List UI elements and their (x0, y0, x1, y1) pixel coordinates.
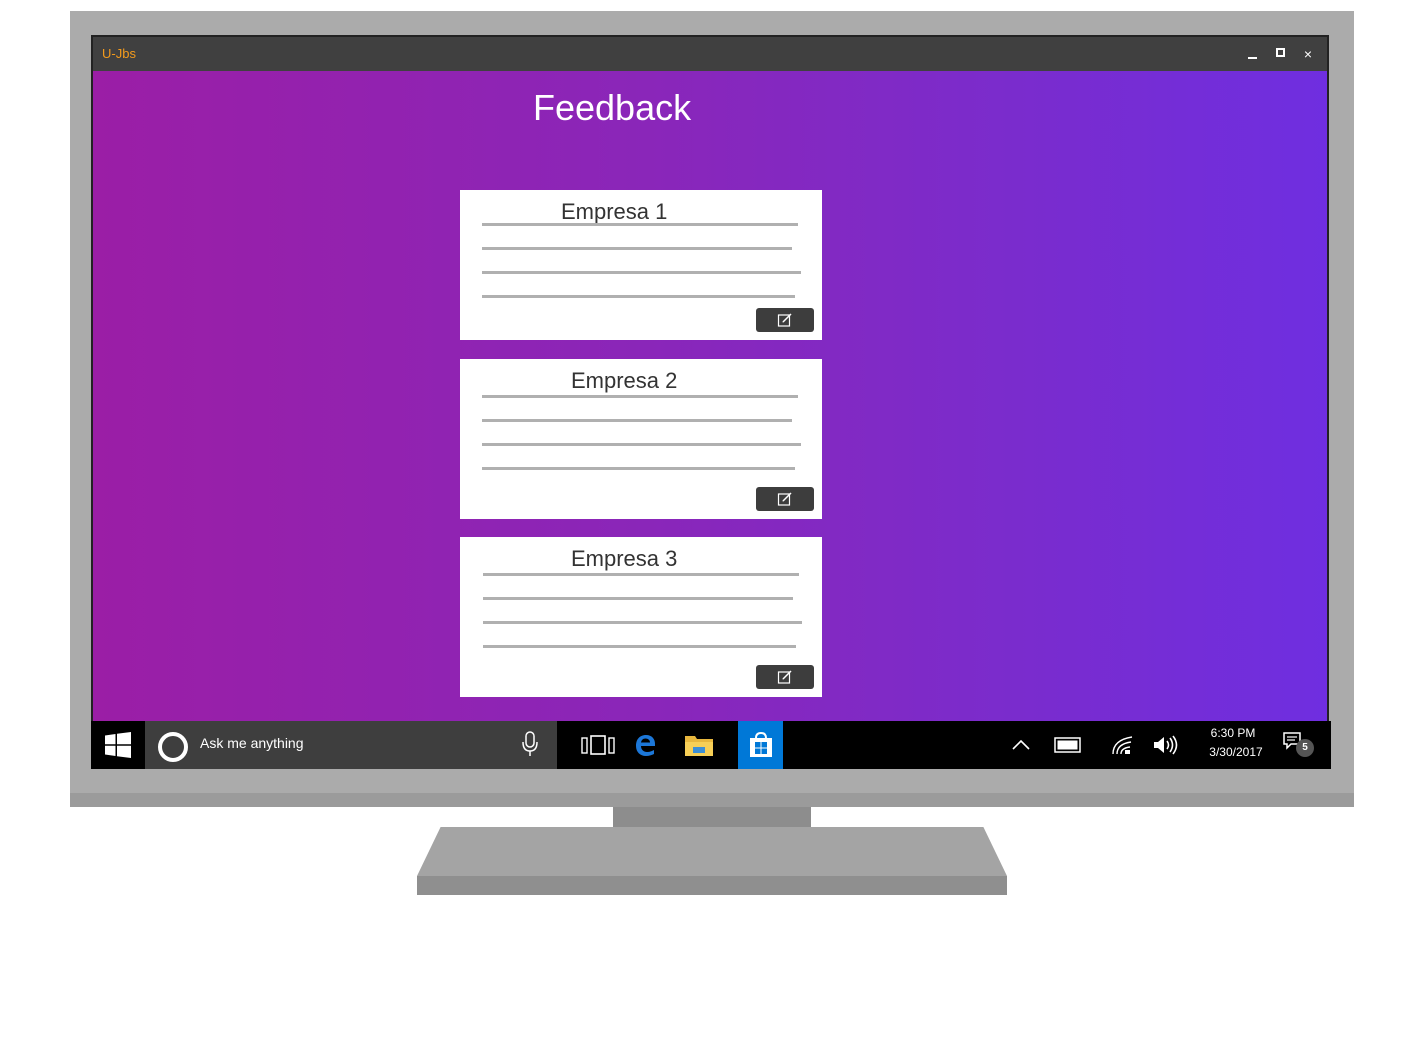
monitor-stand-base-front (417, 876, 1007, 895)
edit-button[interactable] (756, 665, 814, 689)
clock-date[interactable]: 3/30/2017 (1197, 745, 1275, 759)
wifi-icon (1112, 736, 1133, 755)
cortana-icon[interactable] (158, 732, 188, 762)
card-title: Empresa 1 (561, 199, 668, 224)
feedback-card-1: Empresa 1 (460, 190, 822, 340)
monitor-chin (70, 793, 1354, 807)
text-placeholder-line (482, 295, 795, 298)
text-placeholder-line (483, 621, 802, 624)
feedback-card-3: Empresa 3 (460, 537, 822, 697)
card-title: Empresa 3 (571, 546, 678, 571)
text-placeholder-line (483, 597, 793, 600)
edge-button[interactable] (627, 721, 663, 769)
text-placeholder-line (482, 467, 795, 470)
taskbar: Ask me anything 6:30 PM 3/30/2017 5 (91, 721, 1331, 769)
monitor-stand-base (417, 827, 1007, 876)
volume-icon (1154, 735, 1178, 755)
edit-icon (777, 670, 792, 684)
minimize-icon (1247, 57, 1257, 59)
chevron-up-icon (1012, 739, 1030, 750)
close-button[interactable]: × (1297, 43, 1319, 65)
windows-start-icon (105, 732, 131, 758)
microphone-icon[interactable] (521, 731, 539, 757)
text-placeholder-line (482, 271, 801, 274)
feedback-card-2: Empresa 2 (460, 359, 822, 519)
text-placeholder-line (482, 419, 792, 422)
maximize-icon (1275, 48, 1285, 57)
clock-time[interactable]: 6:30 PM (1201, 726, 1265, 740)
notification-count-badge: 5 (1296, 739, 1314, 757)
maximize-button[interactable] (1269, 43, 1291, 65)
edit-button[interactable] (756, 308, 814, 332)
file-explorer-icon (685, 736, 713, 756)
text-placeholder-line (483, 573, 799, 576)
edge-icon (636, 735, 655, 756)
app-window: U-Jbs × Feedback Empresa 1 Empresa 2 Emp… (91, 35, 1329, 723)
start-button[interactable] (91, 721, 145, 769)
search-box[interactable]: Ask me anything (145, 721, 557, 769)
text-placeholder-line (483, 645, 796, 648)
card-title: Empresa 2 (571, 368, 678, 393)
store-button[interactable] (738, 721, 783, 769)
edit-icon (777, 313, 792, 327)
store-icon (749, 731, 772, 757)
task-view-icon (581, 735, 615, 755)
title-bar: U-Jbs × (93, 37, 1327, 71)
text-placeholder-line (482, 223, 798, 226)
text-placeholder-line (482, 443, 801, 446)
edit-icon (777, 492, 792, 506)
text-placeholder-line (482, 247, 792, 250)
volume-button[interactable] (1151, 721, 1181, 769)
network-button[interactable] (1109, 721, 1137, 769)
search-placeholder: Ask me anything (200, 735, 304, 751)
battery-button[interactable] (1051, 721, 1085, 769)
text-placeholder-line (482, 395, 798, 398)
app-content: Feedback Empresa 1 Empresa 2 Empresa 3 (93, 71, 1327, 721)
edit-button[interactable] (756, 487, 814, 511)
file-explorer-button[interactable] (680, 721, 718, 769)
minimize-button[interactable] (1241, 43, 1263, 65)
battery-icon (1054, 737, 1081, 753)
app-title: U-Jbs (102, 46, 136, 61)
task-view-button[interactable] (578, 721, 618, 769)
show-hidden-icons-button[interactable] (1009, 721, 1033, 769)
page-title: Feedback (533, 87, 692, 128)
